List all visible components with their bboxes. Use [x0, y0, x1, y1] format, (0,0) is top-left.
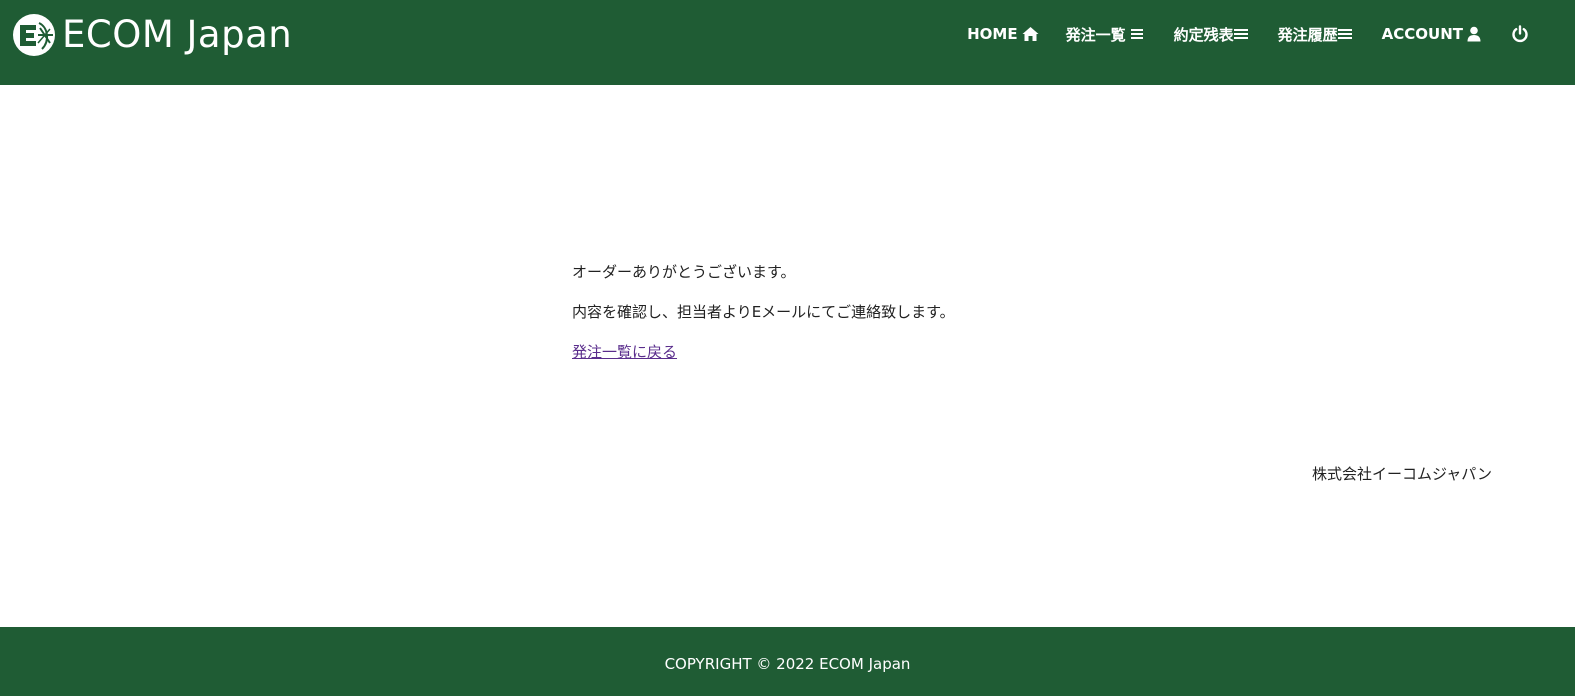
- user-icon: [1467, 26, 1483, 42]
- nav-order-history-label: 発注履歴: [1277, 25, 1338, 44]
- list-icon: [1337, 26, 1354, 42]
- brand-name: ECOM Japan: [62, 13, 293, 56]
- nav-contract-balance-label: 約定残表: [1173, 25, 1234, 44]
- nav-order-history[interactable]: 発注履歴: [1278, 24, 1354, 45]
- confirmation-content: オーダーありがとうございます。 内容を確認し、担当者よりEメールにてご連絡致しま…: [572, 262, 1172, 362]
- nav-order-list[interactable]: 発注一覧: [1066, 24, 1146, 45]
- power-icon: [1512, 25, 1528, 43]
- nav-contract-balance[interactable]: 約定残表: [1174, 24, 1250, 45]
- footer-bar: COPYRIGHT © 2022 ECOM Japan: [0, 627, 1575, 696]
- logout-power-button[interactable]: [1511, 25, 1529, 43]
- nav-home[interactable]: HOME: [967, 25, 1039, 43]
- list-icon: [1130, 26, 1146, 42]
- copyright-text: COPYRIGHT © 2022 ECOM Japan: [664, 655, 911, 673]
- confirm-message: 内容を確認し、担当者よりEメールにてご連絡致します。: [572, 303, 955, 321]
- home-icon: [1022, 26, 1039, 42]
- nav-account[interactable]: ACCOUNT: [1382, 25, 1483, 43]
- nav-order-list-label: 発注一覧: [1065, 25, 1126, 44]
- header-bar: ECOM Japan HOME 発注一覧 約定残表 発注履歴 ACCOUNT: [0, 0, 1575, 85]
- back-to-order-list-link[interactable]: 発注一覧に戻る: [572, 343, 677, 361]
- thanks-message: オーダーありがとうございます。: [572, 263, 796, 281]
- company-name: 株式会社イーコムジャパン: [1311, 465, 1492, 483]
- list-icon: [1233, 26, 1250, 42]
- main-nav: HOME 発注一覧 約定残表 発注履歴 ACCOUNT: [967, 22, 1529, 46]
- nav-home-label: HOME: [967, 25, 1018, 43]
- nav-account-label: ACCOUNT: [1381, 25, 1463, 43]
- ecom-logo-icon: [13, 14, 55, 56]
- brand-home-link[interactable]: ECOM Japan: [12, 13, 292, 57]
